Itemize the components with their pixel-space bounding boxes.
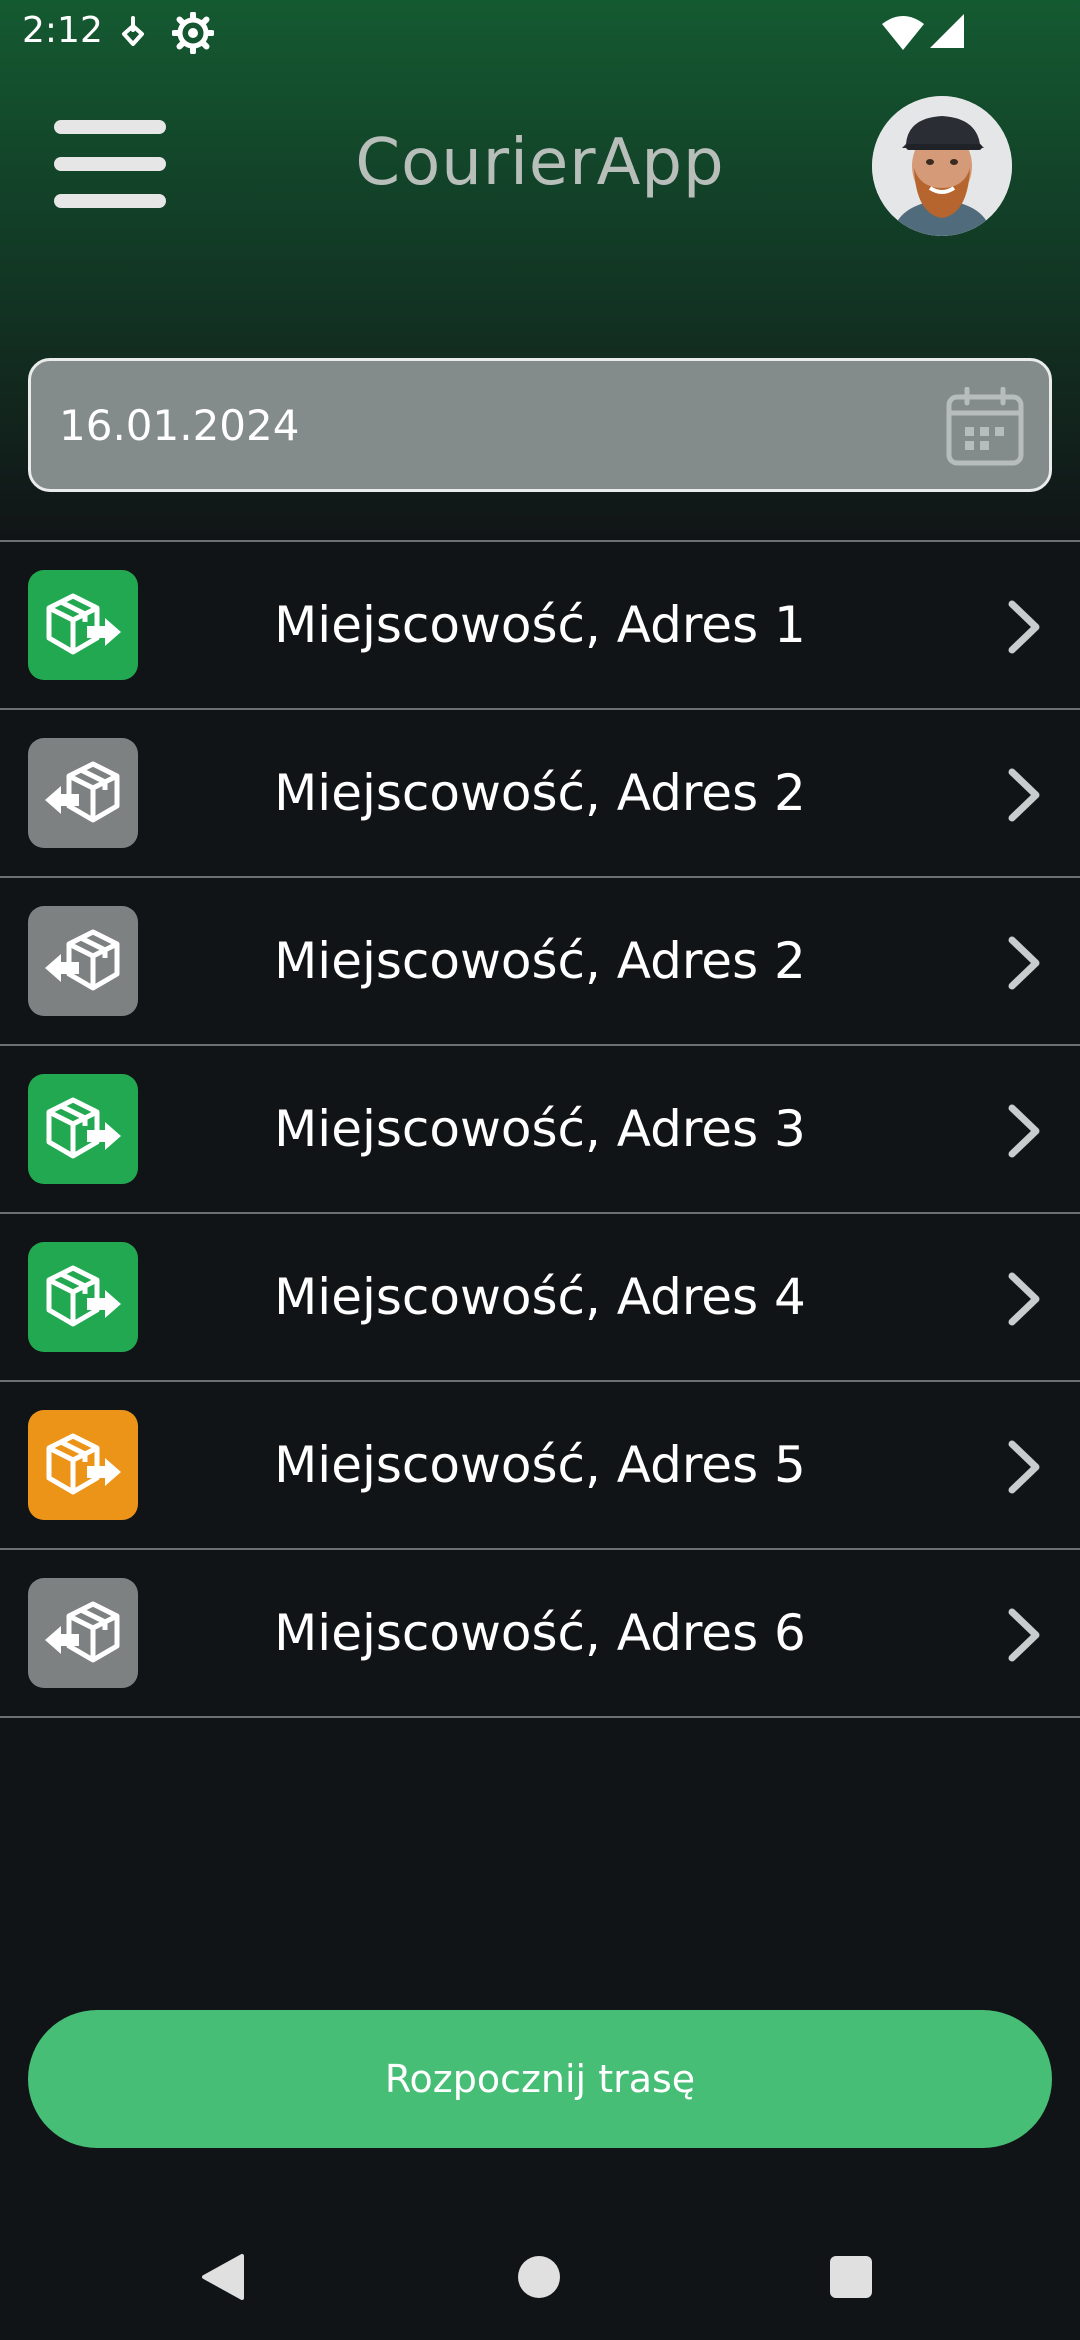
chevron-right-icon [1004, 1104, 1044, 1162]
delivery-list-item[interactable]: Miejscowość, Adres 3 [0, 1046, 1080, 1214]
delivery-list-item[interactable]: Miejscowość, Adres 5 [0, 1382, 1080, 1550]
delivery-address-label: Miejscowość, Adres 2 [274, 764, 806, 822]
nav-back-icon[interactable] [200, 2252, 244, 2306]
chevron-right-icon [1004, 1608, 1044, 1666]
delivery-list-item[interactable]: Miejscowość, Adres 6 [0, 1550, 1080, 1718]
delivery-address-label: Miejscowość, Adres 3 [274, 1100, 806, 1158]
delivery-address-label: Miejscowość, Adres 4 [274, 1268, 806, 1326]
calendar-icon[interactable] [945, 386, 1025, 471]
date-value: 16.01.2024 [59, 401, 300, 450]
delivery-list-item[interactable]: Miejscowość, Adres 4 [0, 1214, 1080, 1382]
delivery-list: Miejscowość, Adres 1 Miejscowość, Adres … [0, 540, 1080, 1718]
chevron-right-icon [1004, 1440, 1044, 1498]
delivery-address-label: Miejscowość, Adres 1 [274, 596, 806, 654]
delivery-address-label: Miejscowość, Adres 5 [274, 1436, 806, 1494]
chevron-right-icon [1004, 936, 1044, 994]
avatar-photo [872, 96, 1012, 236]
delivery-address-label: Miejscowość, Adres 2 [274, 932, 806, 990]
settings-gear-icon [171, 11, 215, 58]
nav-recents-icon[interactable] [830, 2256, 872, 2298]
chevron-right-icon [1004, 1272, 1044, 1330]
sync-icon [118, 16, 148, 56]
status-bar: 2:12 [0, 0, 1080, 66]
app-header: CourierApp [0, 90, 1080, 250]
chevron-right-icon [1004, 600, 1044, 658]
delivery-list-item[interactable]: Miejscowość, Adres 2 [0, 710, 1080, 878]
date-picker-field[interactable]: 16.01.2024 [28, 358, 1052, 492]
nav-home-icon[interactable] [518, 2256, 560, 2298]
chevron-right-icon [1004, 768, 1044, 826]
system-nav-bar [0, 2220, 1080, 2340]
start-route-button[interactable]: Rozpocznij trasę [28, 2010, 1052, 2148]
wifi-icon [882, 16, 924, 54]
delivery-list-item[interactable]: Miejscowość, Adres 2 [0, 878, 1080, 1046]
cell-signal-icon [930, 14, 964, 52]
delivery-address-label: Miejscowość, Adres 6 [274, 1604, 806, 1662]
delivery-list-item[interactable]: Miejscowość, Adres 1 [0, 542, 1080, 710]
status-time: 2:12 [22, 10, 103, 51]
user-avatar[interactable] [872, 96, 1012, 236]
